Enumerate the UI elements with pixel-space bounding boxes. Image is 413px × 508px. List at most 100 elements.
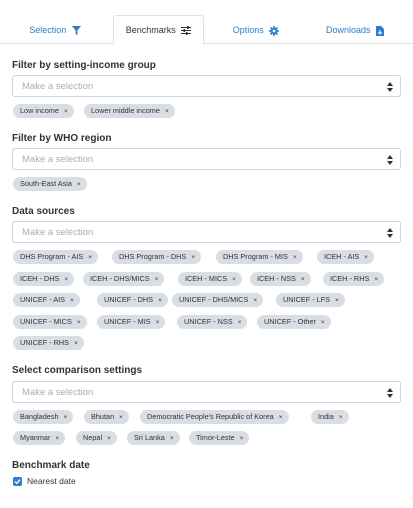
sources-chip: UNICEF - DHS/MICS × [172, 293, 264, 307]
sources-chip: UNICEF - AIS × [13, 293, 80, 307]
sources-chip-label: ICEH - DHS/MICS [90, 274, 150, 283]
remove-chip-icon[interactable]: × [293, 254, 297, 261]
region-chip: South-East Asia × [13, 177, 87, 191]
sources-chip-label: ICEH - AIS [324, 252, 360, 261]
remove-chip-icon[interactable]: × [170, 435, 174, 442]
sources-chip-label: UNICEF - Other [264, 317, 316, 326]
remove-chip-icon[interactable]: × [55, 435, 59, 442]
comparison-chip-label: Bangladesh [20, 412, 59, 421]
comparison-settings-select[interactable]: Make a selection [12, 381, 401, 403]
tab-options[interactable]: Options [218, 16, 294, 44]
sources-chip: ICEH - DHS/MICS × [83, 272, 165, 286]
remove-chip-icon[interactable]: × [77, 319, 81, 326]
income-select-placeholder: Make a selection [22, 81, 94, 92]
remove-chip-icon[interactable]: × [158, 297, 162, 304]
sort-caret-icon [387, 388, 393, 398]
sources-chip-label: UNICEF - NSS [184, 317, 233, 326]
sources-chip: DHS Program - MIS × [216, 250, 303, 264]
remove-chip-icon[interactable]: × [119, 414, 123, 421]
sources-chip: ICEH - AIS × [317, 250, 375, 264]
sliders-icon [181, 26, 192, 36]
remove-chip-icon[interactable]: × [155, 276, 159, 283]
remove-chip-icon[interactable]: × [335, 297, 339, 304]
remove-chip-icon[interactable]: × [374, 276, 378, 283]
region-chip-label: South-East Asia [20, 179, 72, 188]
comparison-chip: Nepal × [76, 431, 117, 445]
sources-chip: UNICEF - MICS × [13, 315, 87, 329]
sources-chip-label: UNICEF - AIS [20, 295, 66, 304]
tab-selection-label: Selection [29, 25, 67, 35]
data-sources-select-placeholder: Make a selection [22, 227, 94, 238]
sources-chip-label: ICEH - DHS [20, 274, 60, 283]
income-chip: Lower middle income × [84, 104, 175, 118]
remove-chip-icon[interactable]: × [64, 414, 68, 421]
tab-downloads-label: Downloads [325, 25, 371, 35]
remove-chip-icon[interactable]: × [339, 414, 343, 421]
sort-caret-icon [387, 82, 393, 92]
data-sources-select[interactable]: Make a selection [12, 221, 401, 243]
tab-downloads[interactable]: Downloads [310, 16, 400, 44]
comparison-chip: Timor-Leste × [189, 431, 250, 445]
sources-chip-label: UNICEF - DHS/MICS [179, 295, 249, 304]
nearest-date-checkbox[interactable] [13, 477, 22, 486]
sources-chip: UNICEF - LFS × [276, 293, 345, 307]
sources-chip: UNICEF - NSS × [177, 315, 248, 329]
comparison-chip-label: Sri Lanka [134, 433, 165, 442]
sources-chip: UNICEF - MIS × [97, 315, 166, 329]
remove-chip-icon[interactable]: × [74, 340, 78, 347]
sources-chip: UNICEF - Other × [257, 315, 331, 329]
comparison-settings-label: Select comparison settings [12, 365, 143, 376]
remove-chip-icon[interactable]: × [301, 276, 305, 283]
remove-chip-icon[interactable]: × [238, 319, 242, 326]
sources-chip-label: DHS Program - DHS [119, 252, 187, 261]
remove-chip-icon[interactable]: × [253, 297, 257, 304]
sources-chip: UNICEF - RHS × [13, 336, 84, 350]
remove-chip-icon[interactable]: × [156, 319, 160, 326]
sources-chip: DHS Program - DHS × [112, 250, 202, 264]
remove-chip-icon[interactable]: × [107, 435, 111, 442]
comparison-chip: Democratic People's Republic of Korea × [140, 410, 289, 424]
comparison-chip: India × [311, 410, 349, 424]
tab-options-label: Options [232, 25, 264, 35]
region-select[interactable]: Make a selection [12, 148, 401, 170]
remove-chip-icon[interactable]: × [321, 319, 325, 326]
sources-chip-label: ICEH - MICS [185, 274, 228, 283]
remove-chip-icon[interactable]: × [364, 254, 368, 261]
income-select[interactable]: Make a selection [12, 75, 401, 97]
sources-chip-label: UNICEF - DHS [104, 295, 154, 304]
remove-chip-icon[interactable]: × [232, 276, 236, 283]
remove-chip-icon[interactable]: × [279, 414, 283, 421]
remove-chip-icon[interactable]: × [64, 108, 68, 115]
income-filter-label: Filter by setting-income group [12, 60, 156, 71]
tab-benchmarks-label: Benchmarks [125, 25, 176, 35]
sort-caret-icon [387, 155, 393, 165]
remove-chip-icon[interactable]: × [64, 276, 68, 283]
sources-chip-label: ICEH - RHS [330, 274, 370, 283]
comparison-chip-label: Myanmar [20, 433, 51, 442]
remove-chip-icon[interactable]: × [77, 181, 81, 188]
sources-chip: UNICEF - DHS × [97, 293, 168, 307]
comparison-chip-label: Democratic People's Republic of Korea [147, 412, 274, 421]
sources-chip-label: DHS Program - MIS [223, 252, 288, 261]
data-sources-label: Data sources [12, 206, 75, 217]
remove-chip-icon[interactable]: × [165, 108, 169, 115]
comparison-chip: Bhutan × [84, 410, 129, 424]
checkmark-icon [14, 479, 21, 485]
income-chip-label: Lower middle income [91, 106, 160, 115]
tab-selection[interactable]: Selection [14, 16, 96, 44]
remove-chip-icon[interactable]: × [88, 254, 92, 261]
remove-chip-icon[interactable]: × [240, 435, 244, 442]
sort-caret-icon [387, 228, 393, 238]
sources-chip: ICEH - RHS × [323, 272, 385, 286]
region-select-placeholder: Make a selection [22, 154, 94, 165]
tab-benchmarks[interactable]: Benchmarks [113, 15, 204, 45]
comparison-chip-label: Nepal [83, 433, 103, 442]
region-filter-label: Filter by WHO region [12, 133, 112, 144]
sources-chip-label: UNICEF - LFS [283, 295, 331, 304]
income-chip-label: Low income [20, 106, 59, 115]
remove-chip-icon[interactable]: × [191, 254, 195, 261]
sources-chip-label: UNICEF - RHS [20, 338, 70, 347]
gear-icon [269, 25, 280, 36]
sources-chip: DHS Program - AIS × [13, 250, 99, 264]
remove-chip-icon[interactable]: × [70, 297, 74, 304]
